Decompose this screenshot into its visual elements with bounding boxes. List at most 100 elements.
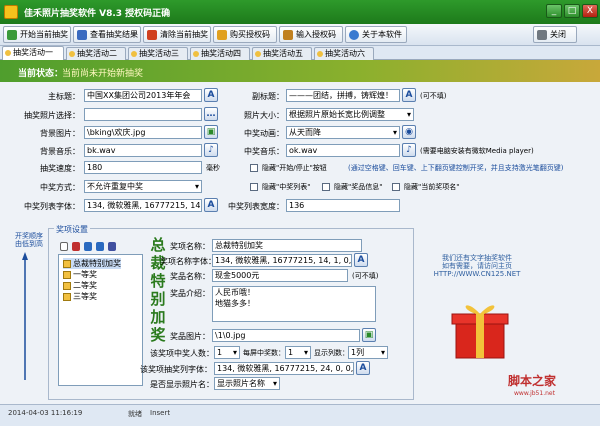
list-font-input-2[interactable]: 134, 微软雅黑, 16777215, 24, 0, 0, 0, 0 — [214, 362, 354, 375]
prize-font-label: 奖项名称字体： — [160, 257, 216, 266]
prize-font-button[interactable]: A — [354, 253, 368, 267]
win-music-input[interactable]: ok.wav — [286, 144, 400, 157]
tree-item[interactable]: 一等奖 — [63, 269, 97, 280]
hide-start-note: (通过空格键、回车键、上下翻页键控制开奖，并且支持激光笔翻页键) — [348, 164, 564, 172]
up-arrow-icon[interactable] — [84, 242, 92, 251]
order-label: 开奖顺序由低到高 — [15, 232, 43, 248]
photo-select-label: 抽奖照片选择： — [24, 111, 80, 120]
prize-item-label: 奖品名称： — [170, 272, 210, 281]
site-logo-text: 脚本之家 — [508, 374, 557, 388]
prize-group-title: 奖项设置 — [54, 224, 90, 235]
intro-line: 人民币哦！ — [215, 288, 255, 297]
main-title-input[interactable]: 中国XX集团公司2013年年会 — [84, 89, 202, 102]
prize-name-input[interactable]: 总裁特别加奖 — [212, 239, 362, 252]
hide-info-checkbox[interactable] — [322, 183, 330, 191]
save-icon[interactable] — [108, 242, 116, 251]
show-photo-select[interactable]: 显示照片名称 — [214, 377, 280, 390]
gift-box-icon — [451, 305, 509, 359]
tree-item[interactable]: 二等奖 — [63, 280, 97, 291]
tab-activity-3[interactable]: 抽奖活动三 — [128, 47, 188, 60]
ad-text: 我们还有文字抽奖软件 如有需要，请访问主页 HTTP://WWW.CN125.N… — [432, 254, 522, 278]
prize-font-input[interactable]: 134, 微软雅黑, 16777215, 14, 1, 0, 0, 0 — [212, 254, 352, 267]
clear-icon — [147, 29, 157, 40]
bg-image-input[interactable]: \bking\欢庆.jpg — [84, 126, 202, 139]
prize-image-icon[interactable]: ▣ — [362, 328, 376, 342]
tree-item[interactable]: 总裁特别加奖 — [63, 258, 121, 269]
bg-music-input[interactable]: bk.wav — [84, 144, 202, 157]
prize-tree: 总裁特别加奖 一等奖 二等奖 三等奖 — [58, 254, 143, 386]
delete-icon[interactable] — [72, 242, 80, 251]
hide-info-label: 隐藏"奖品信息" — [334, 183, 383, 191]
list-font-button[interactable]: A — [204, 198, 218, 212]
app-icon — [4, 5, 18, 19]
list-font-input[interactable]: 134, 微软雅黑, 16777215, 14, 1, 0, 0, 0 — [84, 199, 202, 212]
anim-preview-icon[interactable]: ◉ — [402, 125, 416, 139]
cols-label: 显示列数： — [314, 349, 349, 357]
sub-title-label: 副标题： — [252, 92, 284, 101]
minimize-button[interactable]: _ — [546, 4, 562, 18]
list-icon — [77, 29, 87, 40]
win-anim-label: 中奖动画： — [244, 129, 284, 138]
music-play-icon[interactable]: ♪ — [402, 143, 416, 157]
hide-list-checkbox[interactable] — [250, 183, 258, 191]
main-title-font-button[interactable]: A — [204, 88, 218, 102]
list-width-label: 中奖列表宽度： — [228, 202, 284, 211]
ad-link[interactable]: HTTP://WWW.CN125.NET — [432, 270, 522, 278]
music-icon[interactable]: ♪ — [204, 143, 218, 157]
prize-image-input[interactable]: \1\0.jpg — [212, 329, 360, 342]
sub-title-font-button[interactable]: A — [402, 88, 416, 102]
close-window-button[interactable]: X — [582, 4, 598, 18]
tree-item[interactable]: 三等奖 — [63, 291, 97, 302]
win-mode-select[interactable]: 不允许重复中奖 — [84, 180, 202, 193]
datetime-text: 2014-04-03 11:16:19 — [8, 409, 83, 417]
buy-license-button[interactable]: 购买授权码 — [213, 26, 277, 43]
bg-image-label: 背景图片： — [40, 129, 80, 138]
prize-name-label: 奖项名称： — [170, 242, 210, 251]
hide-name-checkbox[interactable] — [392, 183, 400, 191]
prize-intro-label: 奖品介绍： — [170, 289, 210, 298]
tab-activity-6[interactable]: 抽奖活动六 — [314, 47, 374, 60]
win-music-note: (需要电脑安装有微软Media player) — [420, 147, 534, 155]
count-stepper[interactable]: 1 — [214, 346, 240, 359]
list-font-label-2: 该奖项抽奖列字体： — [140, 365, 212, 374]
maximize-button[interactable]: □ — [564, 4, 580, 18]
tab-activity-1[interactable]: 抽奖活动一 — [2, 46, 64, 61]
win-anim-select[interactable]: 从天而降 — [286, 126, 400, 139]
prize-intro-textarea[interactable]: 人民币哦！ 地猫多多！ — [212, 286, 376, 322]
view-results-button[interactable]: 查看抽奖结果 — [73, 26, 141, 43]
list-font-button-2[interactable]: A — [356, 361, 370, 375]
image-icon[interactable]: ▣ — [204, 125, 218, 139]
clear-lottery-button[interactable]: 清除当前抽奖 — [143, 26, 211, 43]
about-button[interactable]: 关于本软件 — [345, 26, 407, 43]
tab-activity-4[interactable]: 抽奖活动四 — [190, 47, 250, 60]
sub-title-input[interactable]: ———团结，拼搏，铸辉煌！ — [286, 89, 400, 102]
speed-input[interactable]: 180 — [84, 161, 202, 174]
speed-label: 抽奖速度： — [40, 164, 80, 173]
bg-music-label: 背景音乐： — [40, 147, 80, 156]
tab-activity-5[interactable]: 抽奖活动五 — [252, 47, 312, 60]
photo-select-input[interactable] — [84, 108, 202, 121]
close-button[interactable]: 关闭 — [533, 26, 577, 43]
new-icon[interactable] — [60, 242, 68, 251]
photo-browse-button[interactable]: … — [204, 107, 218, 121]
count-label: 该奖项中奖人数： — [150, 349, 214, 358]
photo-size-select[interactable]: 根据照片原始长宽比例调整 — [286, 108, 414, 121]
per-stepper[interactable]: 1 — [285, 346, 311, 359]
ad-line: 我们还有文字抽奖软件 — [442, 254, 512, 262]
key-icon — [283, 29, 293, 40]
speed-unit: 毫秒 — [206, 164, 220, 172]
window-title: 佳禾照片抽奖软件 V8.3 授权码正确 — [24, 9, 171, 19]
hide-name-label: 隐藏"当前奖项名" — [404, 183, 460, 191]
enter-license-button[interactable]: 输入授权码 — [279, 26, 343, 43]
tab-activity-2[interactable]: 抽奖活动二 — [66, 47, 126, 60]
status-value: 当前尚未开始新抽奖 — [62, 69, 144, 79]
start-lottery-button[interactable]: 开始当前抽奖 — [3, 26, 71, 43]
hide-start-checkbox[interactable] — [250, 164, 258, 172]
list-width-input[interactable]: 136 — [286, 199, 400, 212]
exit-icon — [537, 29, 547, 40]
status-bar: 2014-04-03 11:16:19 就绪 Insert — [0, 404, 600, 426]
win-music-label: 中奖音乐： — [244, 147, 284, 156]
down-arrow-icon[interactable] — [96, 242, 104, 251]
cols-select[interactable]: 1列 — [348, 346, 388, 359]
prize-item-input[interactable]: 现金5000元 — [212, 269, 348, 282]
